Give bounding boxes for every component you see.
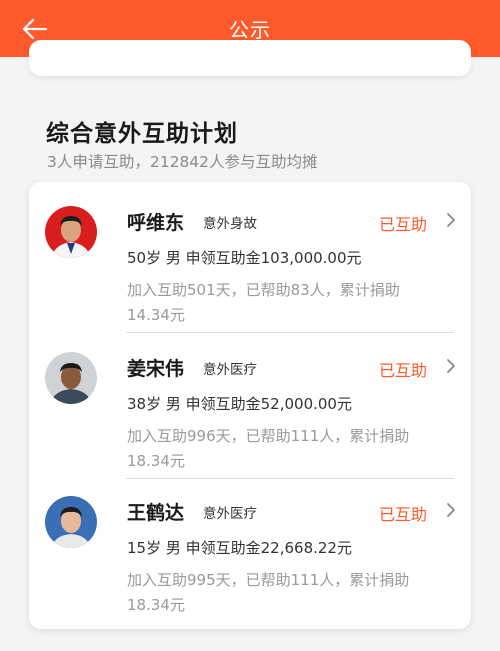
plan-title: 综合意外互助计划 <box>46 121 238 147</box>
status-label: 已互助 <box>379 215 428 234</box>
claim-summary: 50岁 男 申领互助金103,000.00元 <box>127 249 362 267</box>
claimant-name: 呼维东 <box>127 212 185 234</box>
claim-item[interactable]: 王鹤达 意外医疗 已互助 15岁 男 申领互助金22,668.22元 加入互助9… <box>29 472 471 616</box>
chevron-right-icon <box>447 503 455 517</box>
claim-type: 意外身故 <box>203 216 257 232</box>
plan-subtitle: 3人申请互助，212842人参与互助均摊 <box>47 153 318 171</box>
avatar <box>45 496 97 548</box>
page-title: 公示 <box>229 18 271 42</box>
chevron-right-icon <box>447 359 455 373</box>
member-detail: 加入互助996天，已帮助111人，累计捐助18.34元 <box>127 427 410 470</box>
claim-type: 意外医疗 <box>203 362 257 378</box>
previous-card <box>29 40 471 76</box>
avatar <box>45 206 97 258</box>
avatar <box>45 352 97 404</box>
claim-type: 意外医疗 <box>203 506 257 522</box>
claim-item[interactable]: 呼维东 意外身故 已互助 50岁 男 申领互助金103,000.00元 加入互助… <box>29 182 471 333</box>
claim-summary: 15岁 男 申领互助金22,668.22元 <box>127 539 352 557</box>
claims-card: 呼维东 意外身故 已互助 50岁 男 申领互助金103,000.00元 加入互助… <box>29 182 471 629</box>
claim-summary: 38岁 男 申领互助金52,000.00元 <box>127 395 352 413</box>
chevron-right-icon <box>447 213 455 227</box>
claimant-name: 王鹤达 <box>127 502 185 524</box>
member-detail: 加入互助995天，已帮助111人，累计捐助18.34元 <box>127 571 410 614</box>
arrow-left-icon <box>22 18 48 40</box>
claimant-name: 姜宋伟 <box>127 358 185 380</box>
claim-item[interactable]: 姜宋伟 意外医疗 已互助 38岁 男 申领互助金52,000.00元 加入互助9… <box>29 328 471 479</box>
member-detail: 加入互助501天，已帮助83人，累计捐助14.34元 <box>127 281 400 324</box>
status-label: 已互助 <box>379 505 428 524</box>
status-label: 已互助 <box>379 361 428 380</box>
